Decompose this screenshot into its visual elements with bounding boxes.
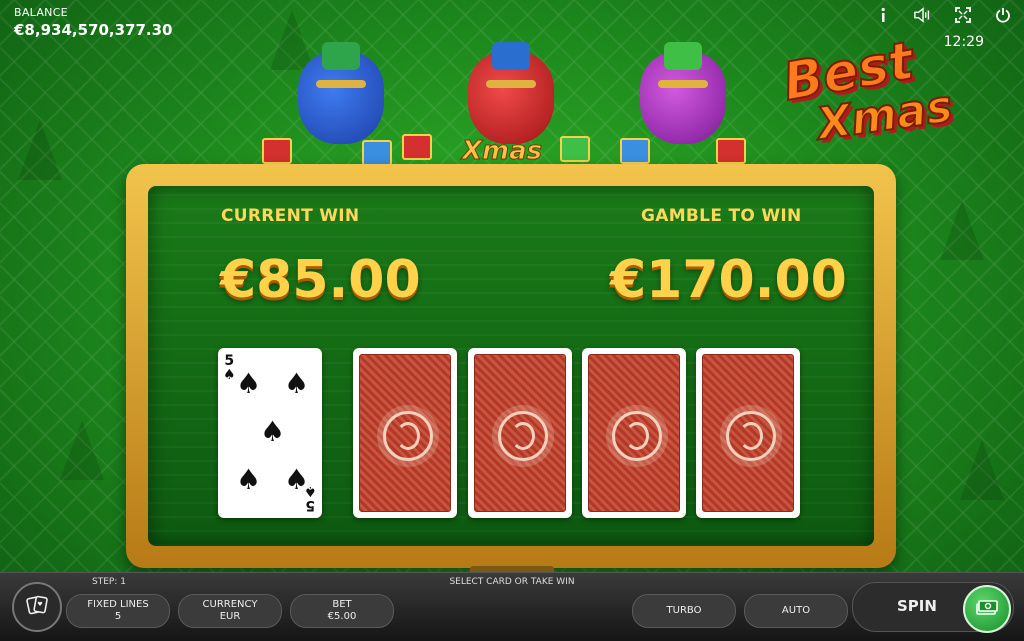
dealer-card: 5 ♠ 5 ♠ ♠ ♠ ♠ ♠ ♠ (218, 348, 322, 518)
face-down-card-3[interactable] (582, 348, 686, 518)
balance-label: BALANCE (14, 6, 68, 19)
current-win-amount: €85.00 (220, 250, 421, 310)
fixed-lines-value: 5 (114, 611, 122, 622)
spade-icon: ♠ (236, 367, 262, 400)
card-rank: 5 (305, 497, 316, 513)
background-tree (18, 120, 62, 180)
bet-button[interactable]: BET €5.00 (290, 594, 394, 628)
fullscreen-icon[interactable] (954, 6, 972, 24)
card-emblem-icon (726, 411, 776, 461)
card-back-pattern (702, 354, 794, 512)
bag-tie (658, 80, 708, 88)
spade-icon: ♠ (284, 367, 310, 400)
spin-label: SPIN (897, 597, 937, 615)
cash-icon (975, 598, 999, 621)
gift-box (664, 42, 702, 70)
bet-value: €5.00 (327, 611, 357, 622)
bag-tie (316, 80, 366, 88)
gamble-cards-button[interactable] (12, 582, 62, 632)
bag-tie (486, 80, 536, 88)
balance-value: €8,934,570,377.30 (14, 21, 173, 39)
info-icon[interactable] (874, 6, 892, 24)
face-down-card-1[interactable] (353, 348, 457, 518)
fixed-lines-display: FIXED LINES 5 (66, 594, 170, 628)
face-down-card-2[interactable] (468, 348, 572, 518)
gift-box (716, 138, 746, 164)
fixed-lines-label: FIXED LINES (87, 599, 149, 610)
gamble-to-win-label: GAMBLE TO WIN (641, 206, 802, 226)
gift-box (362, 140, 392, 166)
spade-icon: ♠ (260, 415, 286, 448)
turbo-label: TURBO (666, 605, 702, 616)
background-tree (270, 10, 314, 70)
power-icon[interactable] (994, 6, 1012, 24)
face-down-card-4[interactable] (696, 348, 800, 518)
xmas-banner-text: Xmas (461, 136, 543, 167)
gift-box (262, 138, 292, 164)
card-back-pattern (588, 354, 680, 512)
auto-label: AUTO (781, 605, 811, 616)
gift-box (560, 136, 590, 162)
gift-box (492, 42, 530, 70)
spade-icon: ♠ (284, 463, 310, 496)
card-emblem-icon (383, 411, 433, 461)
auto-button[interactable]: AUTO (744, 594, 848, 628)
blue-gift-bag (298, 42, 384, 144)
spade-icon: ♠ (236, 463, 262, 496)
card-emblem-icon (612, 411, 662, 461)
spin-button[interactable]: SPIN (852, 582, 1014, 633)
card-back-pattern (474, 354, 566, 512)
bet-label: BET (332, 599, 352, 610)
gift-box (402, 134, 432, 160)
purple-gift-bag (640, 42, 726, 144)
top-toolbar (874, 6, 1012, 24)
gift-box (322, 42, 360, 70)
background-tree (960, 440, 1004, 500)
background-tree (60, 420, 104, 480)
spade-icon: ♠ (223, 367, 236, 383)
background-tree (940, 200, 984, 260)
game-logo: Best Xmas (765, 30, 975, 161)
currency-value: EUR (219, 611, 241, 622)
current-win-label: CURRENT WIN (221, 206, 360, 226)
gift-box (620, 138, 650, 164)
card-emblem-icon (498, 411, 548, 461)
take-win-button[interactable] (963, 585, 1011, 633)
card-corner-top: 5 ♠ (223, 354, 236, 382)
gamble-to-win-amount: €170.00 (610, 250, 847, 310)
currency-label: CURRENCY (202, 599, 258, 610)
currency-display: CURRENCY EUR (178, 594, 282, 628)
sound-icon[interactable] (914, 6, 932, 24)
red-gift-bag (468, 42, 554, 144)
card-back-pattern (359, 354, 451, 512)
cards-icon (25, 593, 49, 622)
turbo-button[interactable]: TURBO (632, 594, 736, 628)
